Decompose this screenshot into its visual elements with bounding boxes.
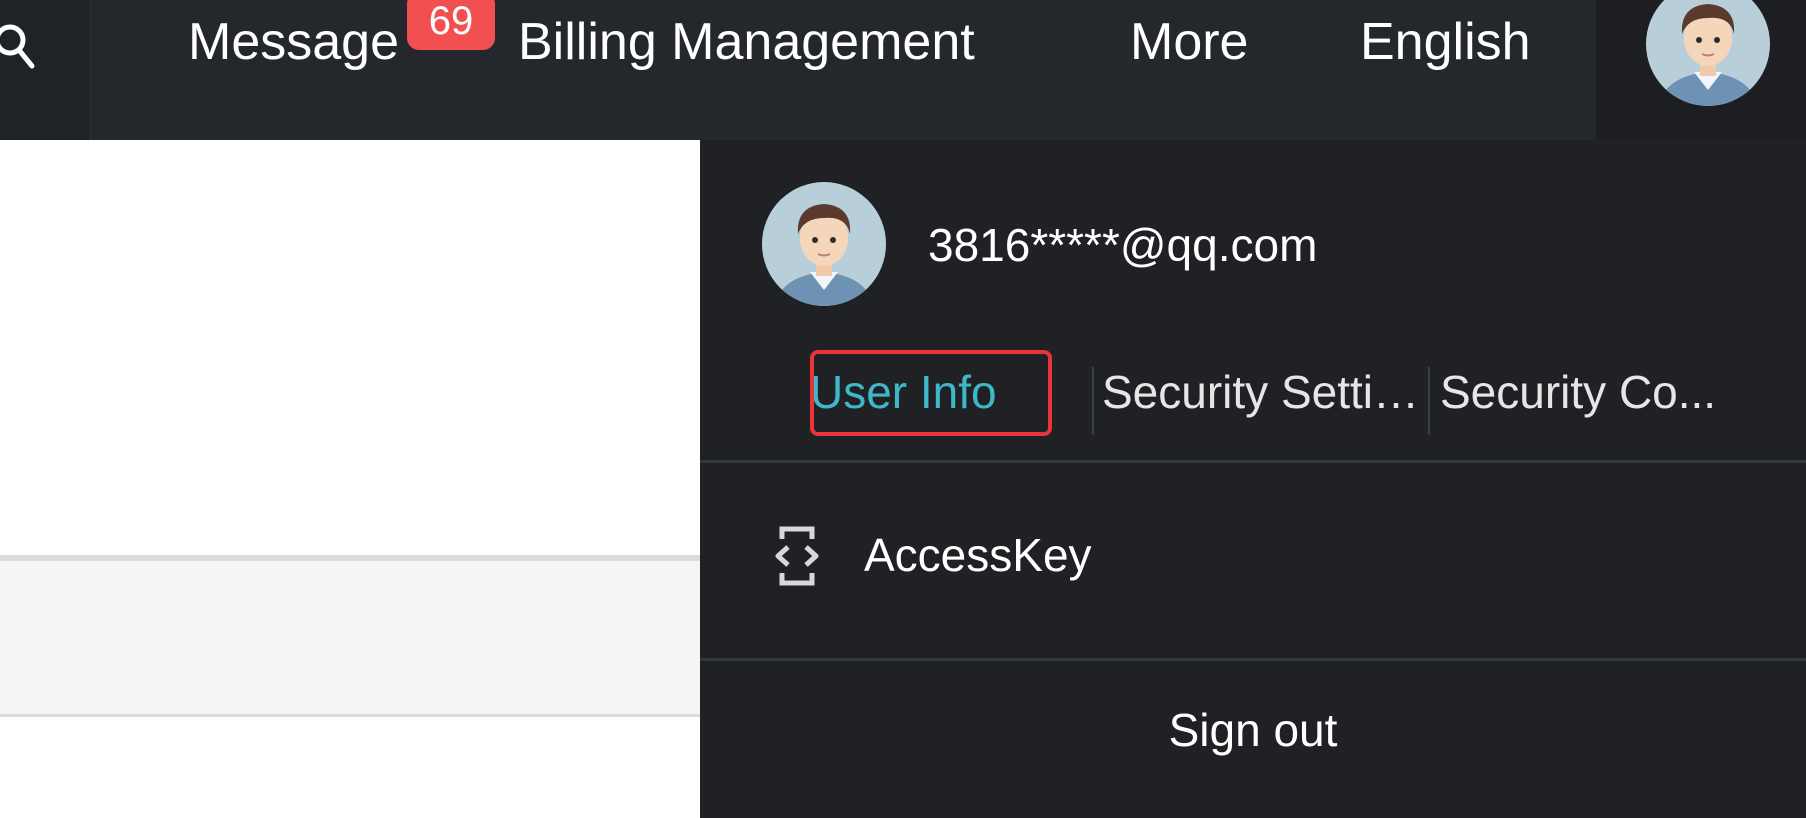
tab-security-settings[interactable]: Security Settings <box>1102 345 1424 440</box>
divider <box>700 460 1806 463</box>
user-dropdown-panel: 3816*****@qq.com User Info Security Sett… <box>700 140 1806 818</box>
user-avatar-icon[interactable] <box>1644 0 1772 108</box>
user-avatar-icon <box>762 182 886 306</box>
sign-out-button[interactable]: Sign out <box>700 660 1806 800</box>
nav-language[interactable]: English <box>1360 12 1531 72</box>
accesskey-label: AccessKey <box>864 529 1092 581</box>
message-count-badge: 69 <box>407 0 495 50</box>
search-area <box>0 0 91 140</box>
top-navbar: Message 69 Billing Management More Engli… <box>0 0 1806 140</box>
tab-separator <box>1092 367 1094 435</box>
page-section-band <box>0 555 700 717</box>
nav-more[interactable]: More <box>1130 12 1248 72</box>
user-info-highlight-box <box>810 350 1052 436</box>
tab-separator <box>1428 367 1430 435</box>
nav-message-label: Message <box>188 13 399 71</box>
search-icon[interactable] <box>0 18 40 74</box>
user-email: 3816*****@qq.com <box>928 219 1318 271</box>
page-content-area <box>0 140 700 818</box>
menu-item-accesskey[interactable]: AccessKey <box>700 465 1806 635</box>
braces-icon <box>775 526 819 586</box>
nav-message[interactable]: Message <box>188 12 399 72</box>
tab-security-co[interactable]: Security Co... <box>1440 345 1760 440</box>
nav-billing-management[interactable]: Billing Management <box>518 12 975 72</box>
